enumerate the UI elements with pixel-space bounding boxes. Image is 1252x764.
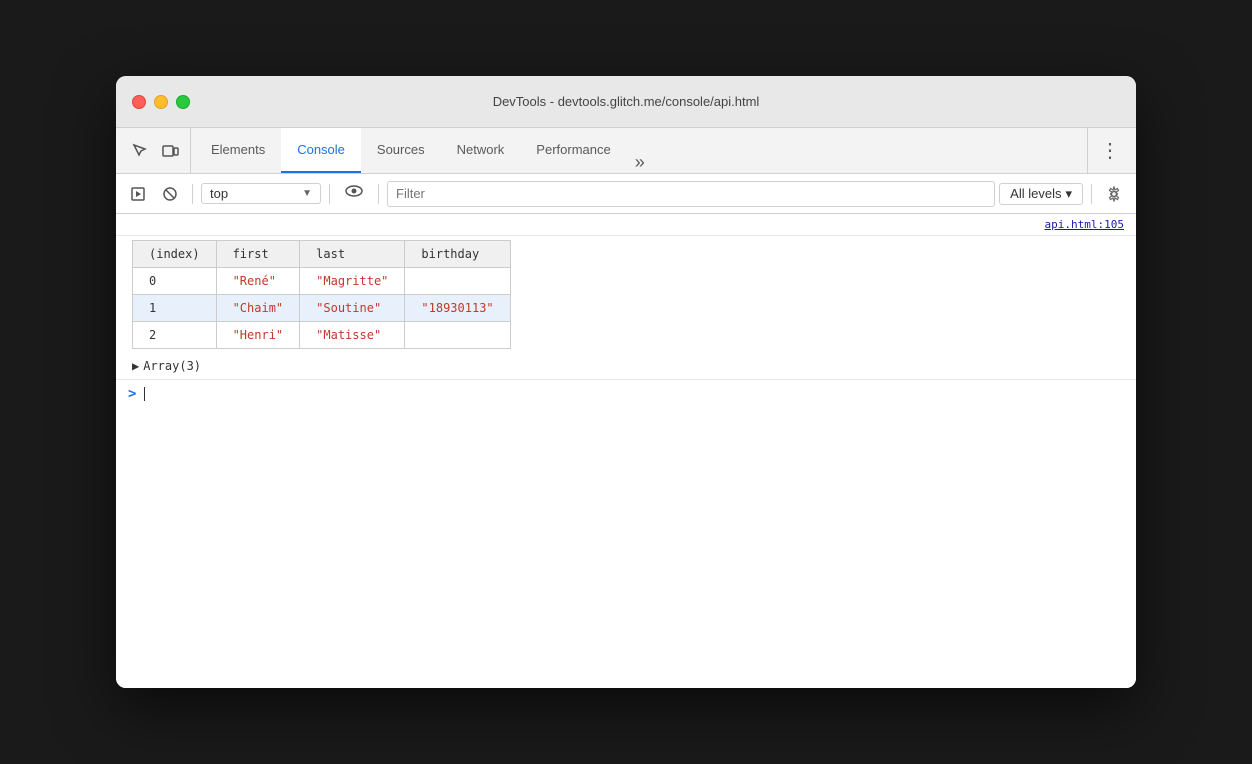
- col-header-first: first: [216, 241, 300, 268]
- cell-first-2: "Henri": [216, 322, 300, 349]
- levels-dropdown[interactable]: All levels ▾: [999, 183, 1083, 205]
- tab-network[interactable]: Network: [441, 128, 521, 173]
- tabs-list: Elements Console Sources Network Perform…: [191, 128, 657, 173]
- table-row: 1 "Chaim" "Soutine" "18930113": [133, 295, 511, 322]
- devtools-menu-button[interactable]: ⋮: [1087, 128, 1132, 173]
- col-header-last: last: [300, 241, 405, 268]
- array-expand[interactable]: ▶ Array(3): [116, 353, 1136, 379]
- settings-button[interactable]: [1100, 180, 1128, 208]
- toolbar-divider-2: [329, 184, 330, 204]
- cell-last-2: "Matisse": [300, 322, 405, 349]
- device-icon[interactable]: [158, 139, 182, 163]
- more-tabs-button[interactable]: »: [627, 152, 653, 173]
- minimize-button[interactable]: [154, 95, 168, 109]
- col-header-birthday: birthday: [405, 241, 510, 268]
- clear-console-button[interactable]: [156, 180, 184, 208]
- tab-performance[interactable]: Performance: [520, 128, 626, 173]
- col-header-index: (index): [133, 241, 217, 268]
- toolbar-divider-1: [192, 184, 193, 204]
- console-table: (index) first last birthday 0 "René" "Ma…: [132, 240, 511, 349]
- source-link[interactable]: api.html:105: [116, 214, 1136, 236]
- cell-first-1: "Chaim": [216, 295, 300, 322]
- console-input-area[interactable]: [144, 387, 145, 401]
- tab-sources[interactable]: Sources: [361, 128, 441, 173]
- close-button[interactable]: [132, 95, 146, 109]
- tab-console[interactable]: Console: [281, 128, 361, 173]
- array-label: Array(3): [143, 359, 201, 373]
- context-selector[interactable]: top ▼: [201, 183, 321, 204]
- console-output: api.html:105 (index) first last birthday…: [116, 214, 1136, 688]
- devtools-panel: Elements Console Sources Network Perform…: [116, 128, 1136, 688]
- console-prompt-icon: >: [128, 386, 136, 402]
- context-arrow: ▼: [302, 188, 312, 199]
- tab-elements[interactable]: Elements: [195, 128, 281, 173]
- console-toolbar: top ▼ All levels ▾: [116, 174, 1136, 214]
- devtools-window: DevTools - devtools.glitch.me/console/ap…: [116, 76, 1136, 688]
- array-triangle-icon: ▶: [132, 359, 139, 373]
- inspect-icon[interactable]: [128, 139, 152, 163]
- play-button[interactable]: [124, 180, 152, 208]
- levels-arrow: ▾: [1065, 186, 1072, 202]
- console-cursor: [144, 387, 145, 401]
- toolbar-divider-3: [378, 184, 379, 204]
- cell-last-1: "Soutine": [300, 295, 405, 322]
- cell-last-0: "Magritte": [300, 268, 405, 295]
- cell-index-0: 0: [133, 268, 217, 295]
- cell-first-0: "René": [216, 268, 300, 295]
- window-title: DevTools - devtools.glitch.me/console/ap…: [493, 94, 760, 109]
- cell-birthday-1: "18930113": [405, 295, 510, 322]
- cell-birthday-2: [405, 322, 510, 349]
- tabs-bar: Elements Console Sources Network Perform…: [116, 128, 1136, 174]
- traffic-lights: [132, 95, 190, 109]
- toolbar-divider-4: [1091, 184, 1092, 204]
- filter-input[interactable]: [387, 181, 995, 207]
- toolbar-icons: [120, 128, 191, 173]
- titlebar: DevTools - devtools.glitch.me/console/ap…: [116, 76, 1136, 128]
- table-row: 2 "Henri" "Matisse": [133, 322, 511, 349]
- cell-index-1: 1: [133, 295, 217, 322]
- cell-index-2: 2: [133, 322, 217, 349]
- table-row: 0 "René" "Magritte": [133, 268, 511, 295]
- cell-birthday-0: [405, 268, 510, 295]
- maximize-button[interactable]: [176, 95, 190, 109]
- eye-icon[interactable]: [338, 183, 370, 204]
- console-input-line: >: [116, 379, 1136, 408]
